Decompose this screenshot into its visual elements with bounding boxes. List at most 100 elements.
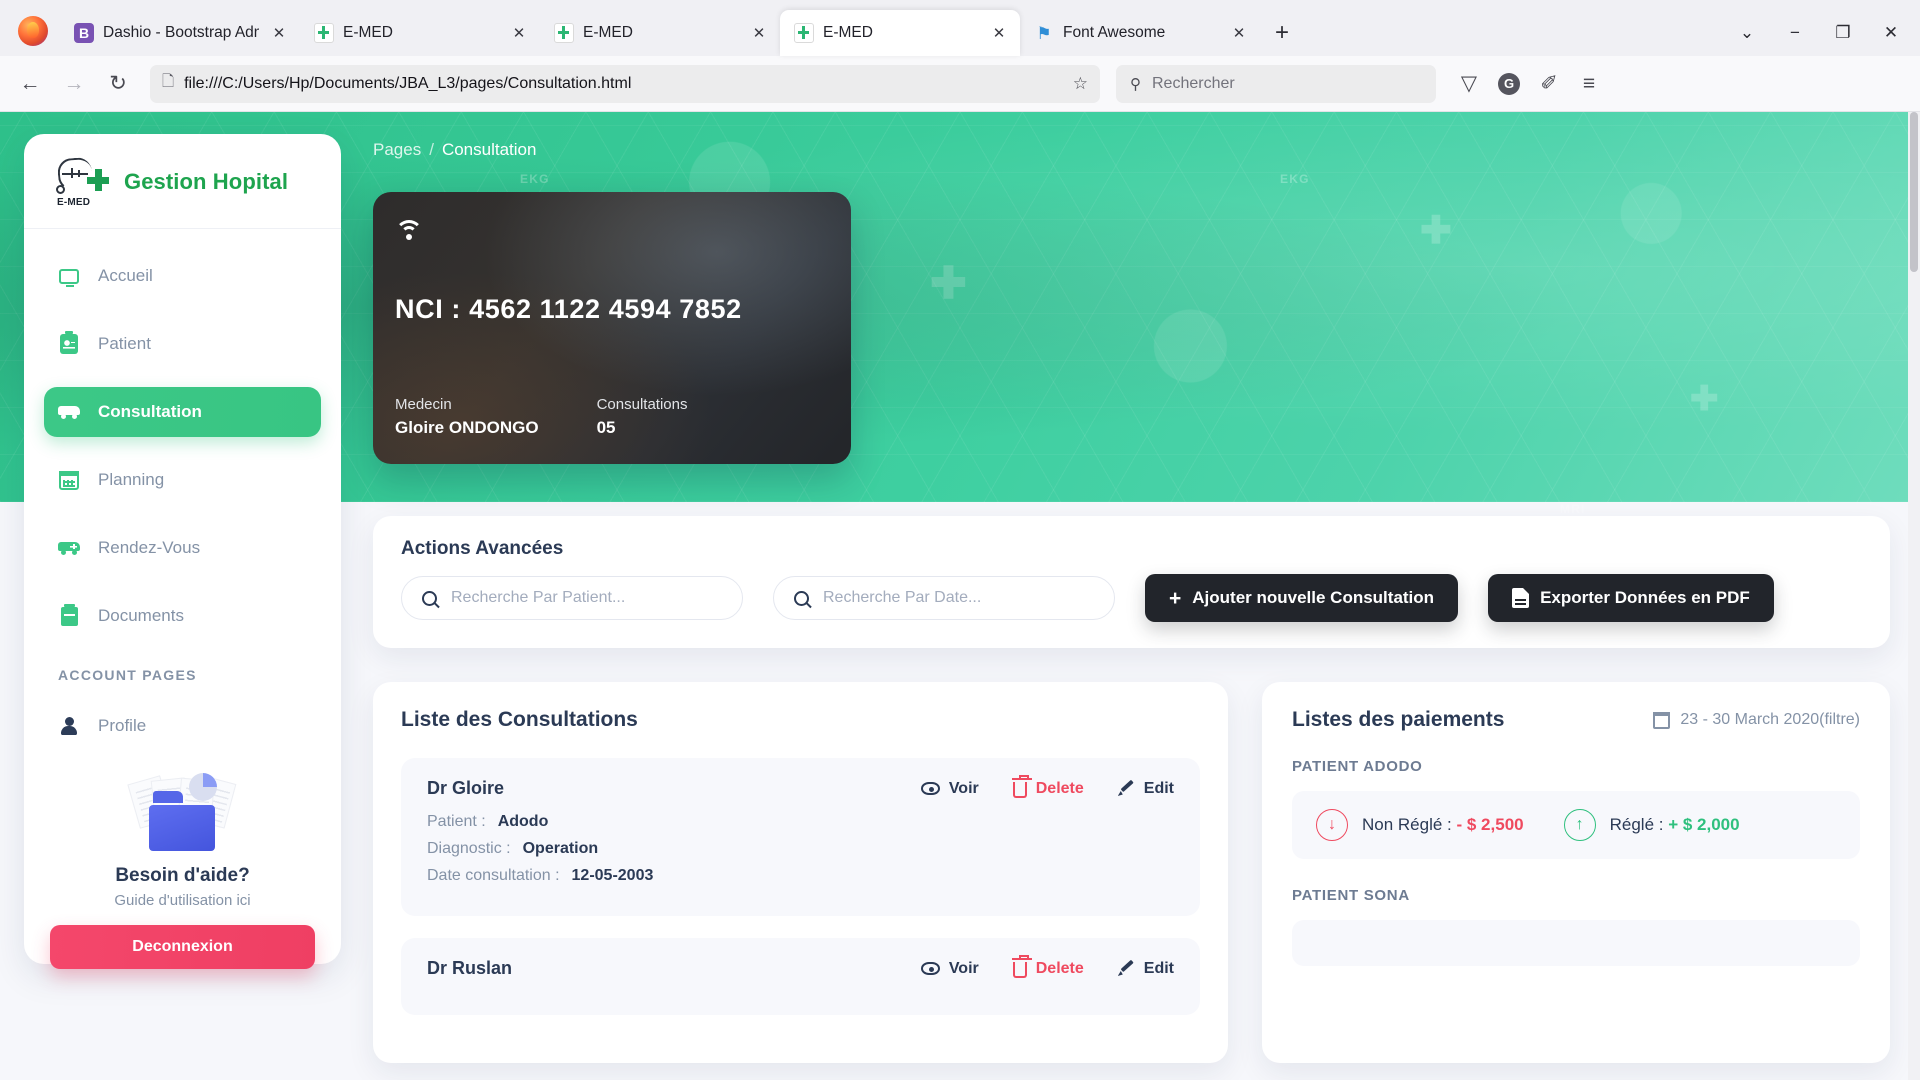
help-title: Besoin d'aide?: [115, 865, 250, 886]
browser-tab-1[interactable]: E-MED ✕: [300, 10, 540, 56]
new-tab-button[interactable]: +: [1264, 15, 1300, 51]
help-subtitle[interactable]: Guide d'utilisation ici: [50, 892, 315, 909]
field-label: Consultations: [596, 396, 688, 413]
sidebar-section-label: ACCOUNT PAGES: [58, 667, 197, 683]
close-icon[interactable]: ✕: [748, 22, 770, 44]
search-icon: [794, 590, 809, 606]
export-pdf-button[interactable]: Exporter Données en PDF: [1488, 574, 1774, 622]
pocket-icon[interactable]: ▽: [1450, 64, 1488, 104]
doctor-name: Dr Ruslan: [427, 958, 513, 978]
payment-row: [1292, 920, 1860, 966]
bookmark-star-icon[interactable]: ☆: [1073, 74, 1088, 94]
date-range-filter[interactable]: 23 - 30 March 2020(filtre): [1653, 711, 1860, 729]
firefox-logo-icon: [16, 14, 50, 48]
view-button[interactable]: Voir: [920, 960, 979, 978]
browser-tab-0[interactable]: B Dashio - Bootstrap Admin Temp ✕: [60, 10, 300, 56]
breadcrumb-current: Consultation: [441, 140, 537, 159]
emed-logo-icon: E-MED: [54, 156, 110, 208]
item-actions: Voir Delete Edit: [920, 955, 1174, 978]
page-scrollbar[interactable]: [1908, 112, 1920, 1080]
consultation-list-item[interactable]: Dr Gloire Voir Delete Edit Patient: Ado…: [401, 758, 1200, 916]
browser-tab-strip: B Dashio - Bootstrap Admin Temp ✕ E-MED …: [0, 0, 1920, 56]
payment-paid: ↑ Réglé : + $ 2,000: [1563, 809, 1740, 841]
trash-icon: [1011, 775, 1032, 798]
sidebar-item-label: Accueil: [98, 266, 153, 285]
card-header: Liste des Consultations: [401, 708, 1200, 732]
add-consultation-button[interactable]: + Ajouter nouvelle Consultation: [1145, 574, 1459, 622]
item-header: Dr Gloire Voir Delete Edit: [427, 775, 1174, 799]
sidebar-item-rendez-vous[interactable]: Rendez-Vous: [44, 523, 321, 573]
edit-button[interactable]: Edit: [1118, 960, 1174, 978]
maximize-icon[interactable]: ❐: [1820, 13, 1866, 53]
search-patient-input[interactable]: Recherche Par Patient...: [401, 576, 743, 620]
help-box: Besoin d'aide? Guide d'utilisation ici D…: [24, 769, 341, 995]
sidebar-item-accueil[interactable]: Accueil: [44, 251, 321, 301]
bootstrap-icon: B: [74, 23, 94, 43]
brand-name: Gestion Hopital: [124, 169, 289, 194]
reload-icon[interactable]: ↻: [98, 64, 138, 104]
menu-icon[interactable]: ≡: [1570, 64, 1608, 104]
actions-row: Recherche Par Patient... Recherche Par D…: [401, 574, 1862, 622]
search-placeholder: Rechercher: [1152, 74, 1235, 92]
back-icon[interactable]: ←: [10, 64, 50, 104]
sidebar-item-label: Consultation: [98, 402, 202, 421]
browser-toolbar-right: ▽ G ✐ ≡: [1450, 64, 1608, 104]
item-field-patient: Patient : Adodo: [427, 813, 1174, 831]
sidebar-account-list: Profile: [24, 701, 341, 769]
field-label: Patient :: [427, 813, 486, 830]
sidebar-item-planning[interactable]: Planning: [44, 455, 321, 505]
brand[interactable]: E-MED Gestion Hopital: [24, 134, 341, 229]
eye-icon: [920, 782, 940, 795]
input-placeholder: Recherche Par Patient...: [451, 589, 626, 606]
payment-unpaid: ↓ Non Réglé : - $ 2,500: [1316, 809, 1524, 841]
calendar-icon: [58, 469, 80, 491]
sidebar-nav-list: Accueil Patient Consultation Planning Re…: [24, 229, 341, 659]
minimize-icon[interactable]: −: [1772, 13, 1818, 53]
emed-icon: [314, 23, 334, 43]
close-icon[interactable]: ✕: [1228, 22, 1250, 44]
tab-title: E-MED: [823, 24, 873, 41]
payment-group-label: PATIENT ADODO: [1292, 758, 1423, 775]
payment-row: ↓ Non Réglé : - $ 2,500 ↑ Réglé : + $ 2,…: [1292, 791, 1860, 859]
item-field-diagnostic: Diagnostic : Operation: [427, 840, 1174, 858]
consultations-list-card: Liste des Consultations Dr Gloire Voir D…: [373, 682, 1228, 1063]
sidebar-item-documents[interactable]: Documents: [44, 591, 321, 641]
delete-button[interactable]: Delete: [1011, 955, 1084, 978]
sidebar-item-profile[interactable]: Profile: [44, 701, 321, 751]
sidebar-item-label: Profile: [98, 716, 147, 735]
delete-button[interactable]: Delete: [1011, 775, 1084, 798]
payment-amount: - $ 2,500: [1456, 815, 1524, 834]
scrollbar-thumb[interactable]: [1910, 112, 1918, 272]
payment-text: Réglé : + $ 2,000: [1610, 815, 1740, 835]
window-close-icon[interactable]: ✕: [1868, 13, 1914, 53]
consultation-list-item[interactable]: Dr Ruslan Voir Delete Edit: [401, 938, 1200, 1015]
close-icon[interactable]: ✕: [508, 22, 530, 44]
payment-amount: + $ 2,000: [1668, 815, 1740, 834]
forward-icon[interactable]: →: [54, 64, 94, 104]
logout-button[interactable]: Deconnexion: [50, 925, 315, 969]
close-icon[interactable]: ✕: [268, 22, 290, 44]
item-actions: Voir Delete Edit: [920, 775, 1174, 798]
extensions-icon[interactable]: ✐: [1530, 64, 1568, 104]
browser-tab-2[interactable]: E-MED ✕: [540, 10, 780, 56]
page-viewport: ✚ ✚ ✚ ✚ ✚ EKG MEDICAL EKG MRI E-MED Gest…: [0, 112, 1920, 1080]
chevron-down-icon[interactable]: ⌄: [1724, 13, 1770, 53]
action-label: Edit: [1143, 959, 1174, 977]
sidebar-item-consultation[interactable]: Consultation: [44, 387, 321, 437]
address-bar[interactable]: 🗋 file:///C:/Users/Hp/Documents/JBA_L3/p…: [150, 64, 1100, 103]
account-avatar[interactable]: G: [1490, 64, 1528, 104]
view-button[interactable]: Voir: [920, 780, 979, 798]
action-label: Delete: [1035, 779, 1084, 797]
browser-tab-4[interactable]: ⚑ Font Awesome ✕: [1020, 10, 1260, 56]
search-bar[interactable]: ⚲ Rechercher: [1116, 64, 1436, 103]
breadcrumb-parent[interactable]: Pages: [373, 140, 421, 160]
sidebar-item-label: Planning: [98, 470, 165, 489]
search-icon: [422, 590, 437, 606]
edit-button[interactable]: Edit: [1118, 780, 1174, 798]
field-value: Adodo: [497, 813, 549, 830]
action-label: Delete: [1035, 959, 1084, 977]
browser-tab-3-active[interactable]: E-MED ✕: [780, 10, 1020, 56]
sidebar-item-patient[interactable]: Patient: [44, 319, 321, 369]
search-date-input[interactable]: Recherche Par Date...: [773, 576, 1115, 620]
close-icon[interactable]: ✕: [988, 22, 1010, 44]
